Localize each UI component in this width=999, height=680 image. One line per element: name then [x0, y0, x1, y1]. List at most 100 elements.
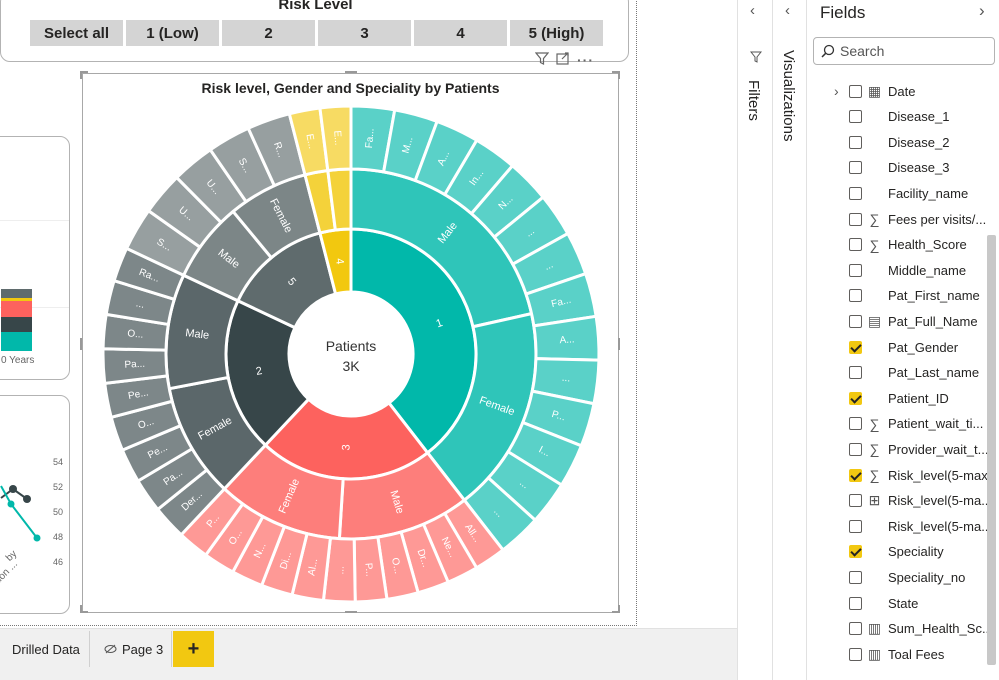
resize-handle[interactable] [80, 338, 82, 350]
bar-segment[interactable] [1, 332, 32, 351]
field-item[interactable]: ∑ Fees per visits/... [807, 208, 987, 230]
field-checkbox[interactable] [849, 391, 862, 405]
field-checkbox[interactable] [849, 263, 862, 277]
field-item[interactable]: Facility_name [807, 182, 987, 204]
filter-icon[interactable] [534, 52, 550, 68]
visualizations-pane-label: Visualizations [780, 50, 797, 142]
bar-segment[interactable] [1, 301, 32, 317]
field-label: State [888, 595, 919, 611]
field-item[interactable]: Pat_First_name [807, 285, 987, 307]
field-checkbox[interactable] [849, 340, 862, 354]
field-item[interactable]: Middle_name [807, 259, 987, 281]
field-item[interactable]: ∑ Risk_level(5-max) [807, 464, 992, 486]
field-checkbox[interactable] [849, 545, 862, 559]
field-item[interactable]: Pat_Gender [807, 336, 987, 358]
bar-segment[interactable] [1, 317, 32, 332]
tab-page-3[interactable]: Page 3 [90, 631, 172, 667]
field-item[interactable]: Speciality_no [807, 566, 987, 588]
gridline [0, 220, 69, 221]
field-label: Speciality_no [888, 569, 966, 585]
resize-handle[interactable] [80, 605, 82, 613]
field-checkbox[interactable] [849, 135, 862, 149]
slicer-button[interactable]: 1 (Low) [126, 20, 219, 46]
field-item[interactable]: Patient_ID [807, 387, 987, 409]
calculator-icon: ▥ [867, 620, 882, 637]
search-icon [821, 44, 835, 61]
field-item[interactable]: ∑ Patient_wait_ti... [807, 413, 987, 435]
field-checkbox[interactable] [849, 186, 862, 200]
field-checkbox[interactable] [849, 314, 862, 328]
add-page-button[interactable]: + [173, 631, 214, 667]
chevron-left-icon[interactable]: ‹ [750, 2, 755, 19]
sigma-icon: ∑ [869, 415, 880, 432]
field-item[interactable]: ∑ Health_Score [807, 234, 987, 256]
y-tick-label: 50 [53, 507, 64, 517]
y-axis-ticks: 54 52 50 48 46 [53, 450, 63, 575]
sunburst-visual[interactable]: Risk level, Gender and Speciality by Pat… [80, 71, 620, 613]
field-item[interactable]: Speciality [807, 541, 987, 563]
field-checkbox[interactable] [849, 212, 862, 226]
more-options-icon[interactable]: ··· [577, 52, 594, 68]
field-item[interactable]: ∑ Provider_wait_t... [807, 438, 988, 460]
field-checkbox[interactable] [849, 161, 862, 175]
slicer-button[interactable]: 5 (High) [510, 20, 603, 46]
field-label: Risk_level(5-max) [888, 467, 993, 483]
field-item[interactable]: State [807, 592, 987, 614]
calculated-column-icon: ▤ [867, 312, 882, 329]
line-chart-card[interactable]: 54 52 50 48 46 by ation ... [0, 395, 70, 614]
field-item[interactable]: Disease_2 [807, 131, 987, 153]
field-item[interactable]: Disease_1 [807, 106, 987, 128]
field-checkbox[interactable] [849, 366, 862, 380]
bar-segment[interactable] [1, 289, 32, 298]
slicer-button[interactable]: 2 [222, 20, 315, 46]
field-item[interactable]: Pat_Last_name [807, 362, 987, 384]
field-checkbox[interactable] [849, 468, 862, 482]
speciality-label: Fa... [364, 128, 377, 149]
slicer-button[interactable]: 4 [414, 20, 507, 46]
field-checkbox[interactable] [849, 289, 862, 303]
field-item[interactable]: Risk_level(5-ma... [807, 515, 992, 537]
field-checkbox[interactable] [849, 442, 862, 456]
chevron-right-icon[interactable]: › [979, 1, 985, 21]
field-item[interactable]: ▥ Sum_Health_Sc... [807, 618, 993, 640]
field-item[interactable]: ⊞ Risk_level(5-ma... [807, 490, 992, 512]
scrollbar-thumb[interactable] [987, 235, 996, 665]
resize-handle[interactable] [618, 71, 620, 79]
field-item[interactable]: ▤ Pat_Full_Name [807, 310, 987, 332]
slicer-title: Risk Level [278, 0, 353, 13]
tab-drilled-data[interactable]: Drilled Data [0, 631, 90, 667]
slicer-button[interactable]: 3 [318, 20, 411, 46]
field-item[interactable]: Disease_3 [807, 157, 987, 179]
field-checkbox[interactable] [849, 622, 862, 636]
field-checkbox[interactable] [849, 570, 862, 584]
risk-label: 3 [340, 444, 352, 451]
field-checkbox[interactable] [849, 647, 862, 661]
slicer-button[interactable]: Select all [30, 20, 123, 46]
expand-chevron-icon[interactable]: › [834, 83, 839, 99]
visualizations-pane-collapsed[interactable]: ‹ Visualizations [772, 0, 806, 680]
focus-mode-icon[interactable] [556, 52, 570, 68]
field-label: Pat_First_name [888, 288, 980, 304]
field-checkbox[interactable] [849, 519, 862, 533]
bar-chart-card[interactable]: 0 Years [0, 136, 70, 380]
search-input[interactable]: Search [813, 37, 995, 65]
chevron-left-icon[interactable]: ‹ [785, 2, 790, 19]
field-checkbox[interactable] [849, 84, 862, 98]
filters-pane-collapsed[interactable]: ‹ Filters [737, 0, 772, 680]
field-item[interactable]: › ▦ Date [807, 80, 987, 102]
resize-handle[interactable] [618, 338, 620, 350]
field-checkbox[interactable] [849, 238, 862, 252]
visual-header: ··· [534, 52, 594, 68]
field-checkbox[interactable] [849, 417, 862, 431]
fields-pane: Fields › Search › ▦ Date Disease_1 Disease_2… [806, 0, 999, 680]
field-checkbox[interactable] [849, 494, 862, 508]
resize-handle[interactable] [618, 605, 620, 613]
field-item[interactable]: ▥ Toal Fees [807, 643, 987, 665]
resize-handle[interactable] [345, 71, 357, 73]
resize-handle[interactable] [80, 71, 82, 79]
y-tick-label: 54 [53, 457, 64, 467]
field-label: Disease_1 [888, 109, 950, 125]
resize-handle[interactable] [345, 611, 357, 613]
field-checkbox[interactable] [849, 596, 862, 610]
field-checkbox[interactable] [849, 110, 862, 124]
